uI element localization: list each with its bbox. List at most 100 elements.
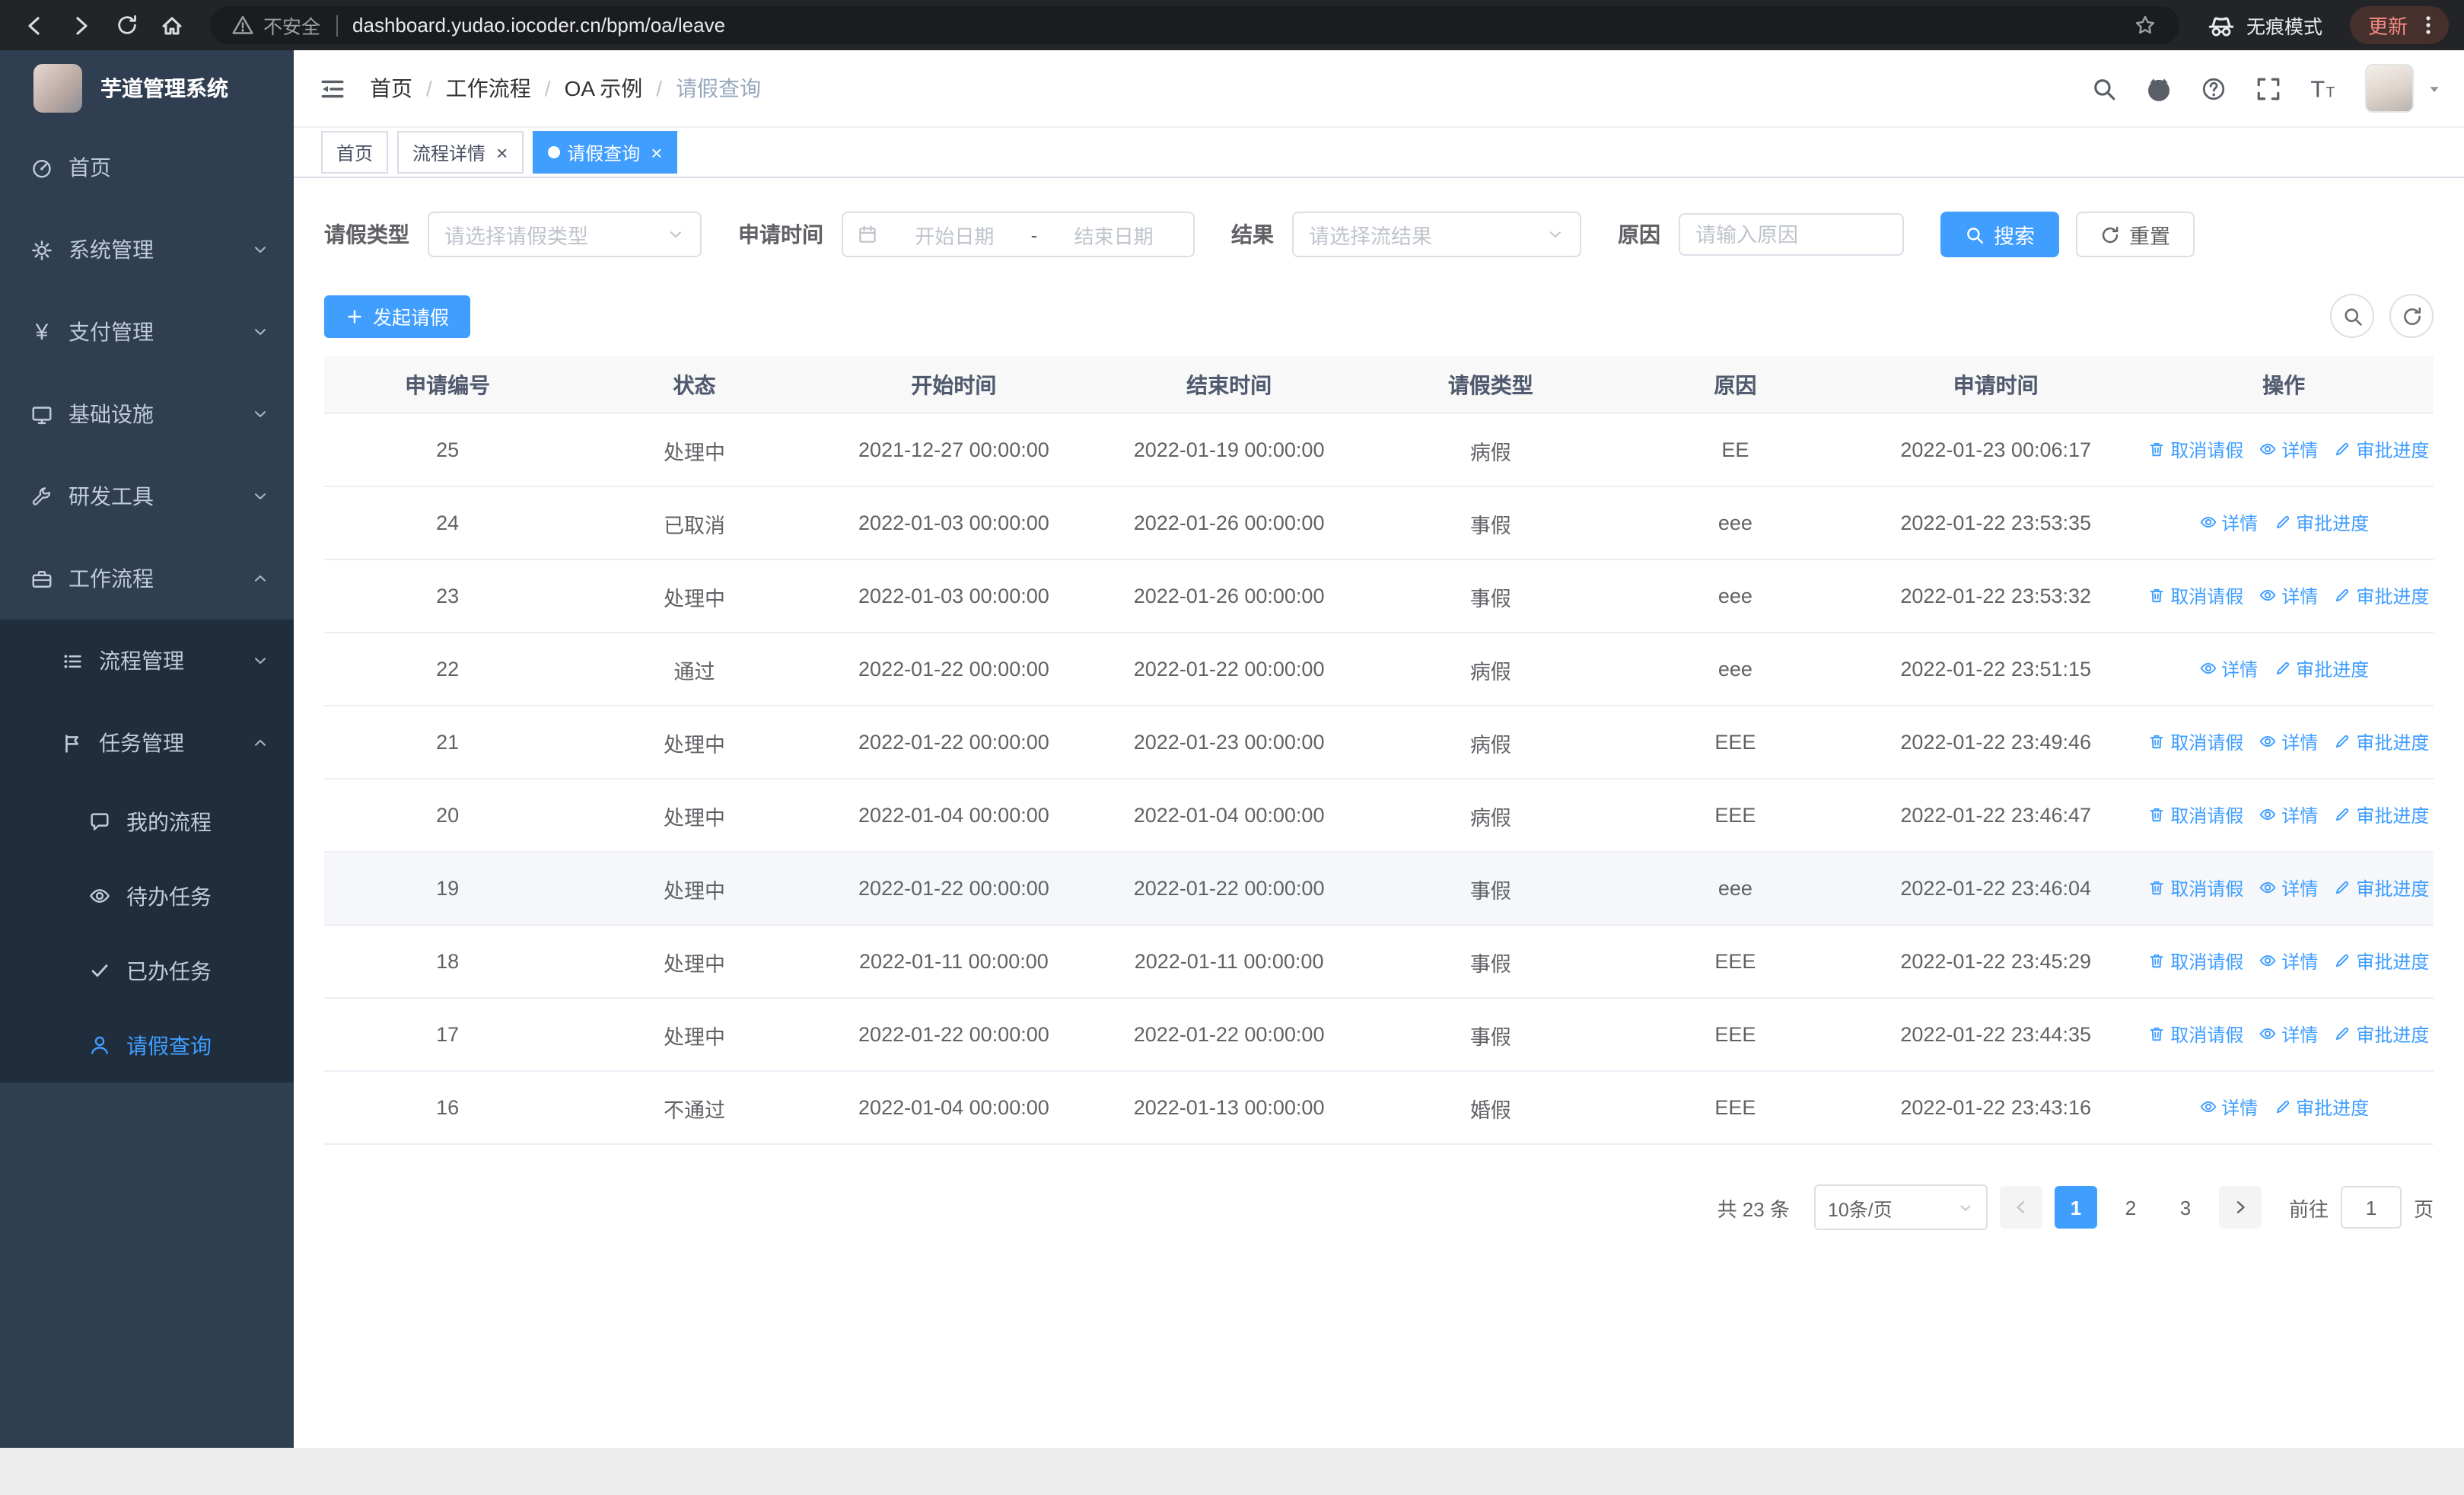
cell-actions: 取消请假 详情 审批进度 [2134, 779, 2434, 853]
start-date-placeholder[interactable]: 开始日期 [889, 220, 1020, 249]
cancel-leave-link[interactable]: 取消请假 [2147, 437, 2243, 463]
search-button[interactable]: 搜索 [1940, 212, 2059, 257]
tab-close-icon[interactable]: × [651, 142, 662, 162]
goto-page-input[interactable] [2340, 1186, 2402, 1229]
approval-progress-link[interactable]: 审批进度 [2333, 1022, 2429, 1047]
forward-icon[interactable] [61, 5, 100, 45]
cancel-leave-link[interactable]: 取消请假 [2147, 1022, 2243, 1047]
sidebar-item-process-mgmt[interactable]: 流程管理 [0, 620, 294, 702]
prev-page-button[interactable] [1999, 1186, 2042, 1229]
star-icon[interactable] [2131, 10, 2161, 40]
cancel-leave-link[interactable]: 取消请假 [2147, 875, 2243, 901]
end-date-placeholder[interactable]: 结束日期 [1048, 220, 1179, 249]
reload-icon[interactable] [107, 5, 146, 45]
toggle-search-button[interactable] [2330, 294, 2374, 338]
sidebar-item-home[interactable]: 首页 [0, 126, 294, 209]
monitor-icon [30, 403, 53, 426]
menu-dots-icon[interactable] [2417, 14, 2440, 37]
create-leave-button[interactable]: 发起请假 [324, 295, 471, 337]
detail-link[interactable]: 详情 [2198, 510, 2258, 536]
eye-icon [2259, 587, 2277, 605]
search-icon[interactable] [2079, 64, 2128, 113]
sidebar-item-system[interactable]: 系统管理 [0, 209, 294, 291]
update-label[interactable]: 更新 [2368, 11, 2408, 40]
refresh-table-button[interactable] [2389, 294, 2434, 338]
tab-home[interactable]: 首页 [321, 131, 389, 174]
page-number-1[interactable]: 1 [2054, 1186, 2097, 1229]
user-avatar[interactable] [2365, 64, 2414, 113]
detail-link[interactable]: 详情 [2259, 948, 2318, 974]
date-range-picker[interactable]: 开始日期 - 结束日期 [842, 212, 1195, 257]
approval-progress-link[interactable]: 审批进度 [2333, 802, 2429, 828]
approval-progress-link[interactable]: 审批进度 [2333, 437, 2429, 463]
cancel-leave-link[interactable]: 取消请假 [2147, 948, 2243, 974]
approval-progress-link[interactable]: 审批进度 [2333, 948, 2429, 974]
back-icon[interactable] [15, 5, 55, 45]
approval-progress-link[interactable]: 审批进度 [2273, 656, 2369, 682]
detail-link[interactable]: 详情 [2259, 802, 2318, 828]
page-number-3[interactable]: 3 [2164, 1186, 2207, 1229]
tab-close-icon[interactable]: × [496, 142, 508, 162]
address-bar[interactable]: 不安全 dashboard.yudao.iocoder.cn/bpm/oa/le… [210, 6, 2179, 44]
edit-icon [2273, 660, 2291, 678]
browser-menu-button[interactable]: 更新 [2349, 6, 2449, 44]
divider [336, 14, 338, 36]
reset-button[interactable]: 重置 [2076, 212, 2195, 257]
detail-link[interactable]: 详情 [2198, 656, 2258, 682]
cell-actions: 详情 审批进度 [2134, 1071, 2434, 1145]
approval-progress-link[interactable]: 审批进度 [2333, 875, 2429, 901]
sidebar-item-payment[interactable]: ¥ 支付管理 [0, 291, 294, 373]
page-size-select[interactable]: 10条/页 [1813, 1184, 1988, 1230]
detail-link[interactable]: 详情 [2259, 875, 2318, 901]
cancel-leave-link[interactable]: 取消请假 [2147, 583, 2243, 609]
next-page-button[interactable] [2218, 1186, 2262, 1229]
detail-link[interactable]: 详情 [2259, 583, 2318, 609]
sidebar-item-task-mgmt[interactable]: 任务管理 [0, 702, 294, 784]
sidebar-item-devtools[interactable]: 研发工具 [0, 455, 294, 537]
security-label[interactable]: 不安全 [263, 11, 320, 40]
breadcrumb-workflow[interactable]: 工作流程 [446, 73, 531, 104]
leave-type-select[interactable]: 请选择请假类型 [428, 212, 702, 257]
sidebar-item-my-processes[interactable]: 我的流程 [0, 784, 294, 859]
github-icon[interactable] [2134, 64, 2182, 113]
breadcrumb-oa-example[interactable]: OA 示例 [565, 73, 643, 104]
app-logo[interactable]: 芋道管理系统 [0, 50, 294, 126]
url-text[interactable]: dashboard.yudao.iocoder.cn/bpm/oa/leave [352, 14, 725, 37]
approval-progress-link[interactable]: 审批进度 [2273, 510, 2369, 536]
detail-link[interactable]: 详情 [2259, 437, 2318, 463]
edit-icon [2333, 1025, 2351, 1044]
reason-input[interactable] [1679, 213, 1904, 256]
detail-link[interactable]: 详情 [2259, 729, 2318, 755]
approval-progress-link[interactable]: 审批进度 [2273, 1095, 2369, 1120]
caret-down-icon[interactable] [2426, 80, 2443, 97]
fullscreen-icon[interactable] [2243, 64, 2292, 113]
approval-progress-link[interactable]: 审批进度 [2333, 583, 2429, 609]
sidebar-item-workflow[interactable]: 工作流程 [0, 537, 294, 620]
home-icon[interactable] [152, 5, 192, 45]
sidebar-item-done-tasks[interactable]: 已办任务 [0, 933, 294, 1008]
sidebar-item-infrastructure[interactable]: 基础设施 [0, 373, 294, 455]
chevron-down-icon [251, 323, 269, 341]
font-size-icon[interactable] [2298, 64, 2347, 113]
help-icon[interactable] [2189, 64, 2237, 113]
refresh-icon [2100, 225, 2120, 244]
collapse-sidebar-icon[interactable] [294, 50, 370, 126]
sidebar-item-pending-tasks[interactable]: 待办任务 [0, 859, 294, 933]
chevron-down-icon [251, 241, 269, 259]
detail-link[interactable]: 详情 [2198, 1095, 2258, 1120]
tab-process-detail[interactable]: 流程详情 × [397, 131, 524, 174]
approval-progress-link[interactable]: 审批进度 [2333, 729, 2429, 755]
tab-leave-query[interactable]: 请假查询 × [532, 131, 678, 174]
cancel-leave-link[interactable]: 取消请假 [2147, 802, 2243, 828]
app-title: 芋道管理系统 [100, 76, 228, 100]
sidebar-item-leave-query[interactable]: 请假查询 [0, 1008, 294, 1082]
page-number-2[interactable]: 2 [2109, 1186, 2152, 1229]
breadcrumb-home[interactable]: 首页 [370, 73, 412, 104]
cell-actions: 取消请假 详情 审批进度 [2134, 706, 2434, 779]
incognito-icon [2207, 11, 2236, 40]
result-select[interactable]: 请选择流结果 [1292, 212, 1581, 257]
cancel-leave-link[interactable]: 取消请假 [2147, 729, 2243, 755]
incognito-label: 无痕模式 [2246, 17, 2322, 38]
flag-icon [61, 732, 84, 754]
detail-link[interactable]: 详情 [2259, 1022, 2318, 1047]
